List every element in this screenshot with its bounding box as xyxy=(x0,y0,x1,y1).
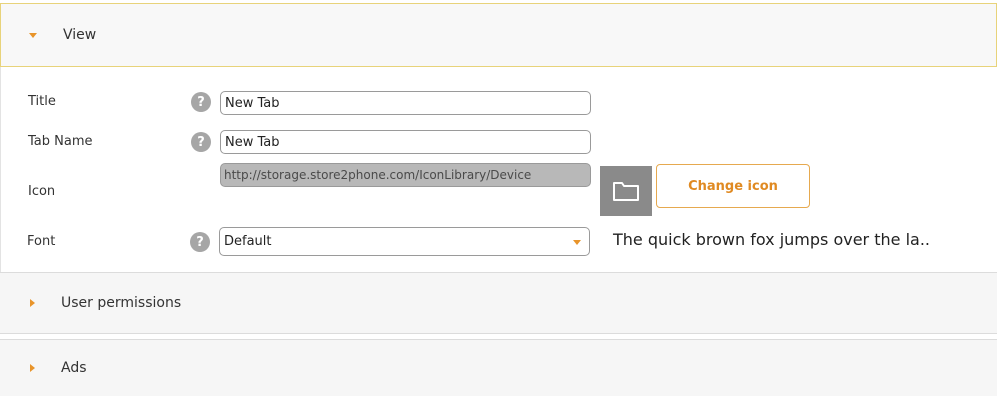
icon-label: Icon xyxy=(28,184,56,199)
font-preview-text: The quick brown fox jumps over the la.. xyxy=(613,230,930,249)
help-icon[interactable]: ? xyxy=(191,132,211,152)
chevron-down-icon xyxy=(573,240,581,245)
caret-down-icon xyxy=(29,32,37,38)
caret-right-icon xyxy=(30,364,35,372)
browse-icon-button[interactable] xyxy=(600,166,652,216)
font-label: Font xyxy=(27,234,56,249)
font-select-value: Default xyxy=(224,234,272,249)
ads-panel-label: Ads xyxy=(61,360,87,376)
caret-right-icon xyxy=(30,299,35,307)
tab-name-label: Tab Name xyxy=(28,134,93,149)
icon-url-input xyxy=(220,163,591,187)
folder-icon xyxy=(613,182,639,201)
title-label: Title xyxy=(28,94,56,109)
help-icon[interactable]: ? xyxy=(191,92,211,112)
user-permissions-panel-header[interactable]: User permissions xyxy=(0,272,997,334)
ads-panel-header[interactable]: Ads xyxy=(0,339,997,396)
help-icon[interactable]: ? xyxy=(190,232,210,252)
view-panel-header[interactable]: View xyxy=(0,3,997,67)
user-permissions-panel-label: User permissions xyxy=(61,295,182,311)
change-icon-button[interactable]: Change icon xyxy=(656,164,810,208)
title-input[interactable] xyxy=(220,91,591,115)
view-panel-label: View xyxy=(63,27,97,43)
font-select[interactable]: Default xyxy=(219,227,590,256)
tab-name-input[interactable] xyxy=(220,130,591,154)
